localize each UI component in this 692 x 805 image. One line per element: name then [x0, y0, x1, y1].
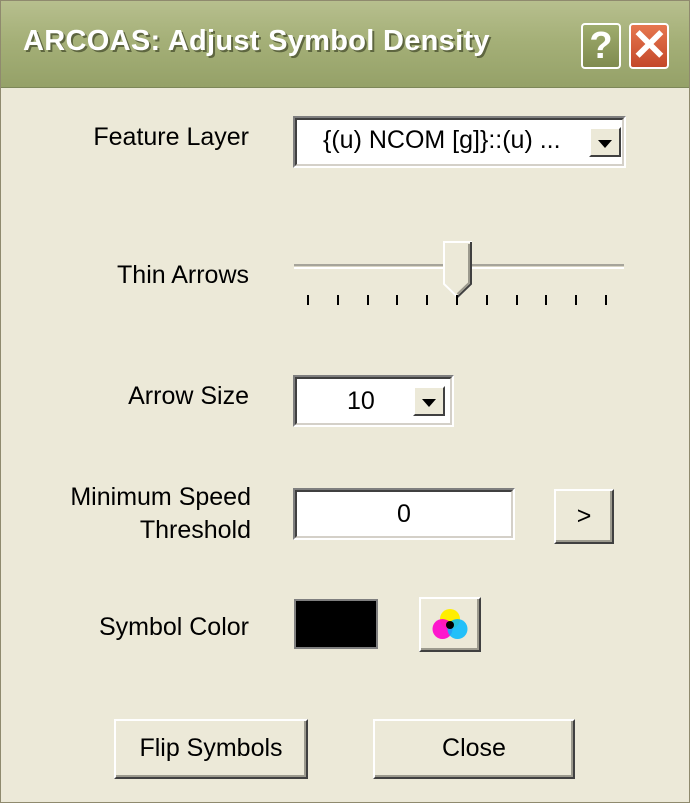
slider-tick: [426, 295, 429, 305]
close-button[interactable]: Close: [373, 719, 575, 779]
min-speed-apply-button[interactable]: >: [554, 489, 614, 544]
slider-tick: [366, 295, 369, 305]
slider-tick: [605, 295, 607, 305]
slider-tick: [515, 295, 518, 305]
feature-layer-dropdown-button[interactable]: [589, 127, 621, 157]
symbol-color-swatch[interactable]: [294, 599, 378, 649]
slider-tick: [485, 295, 488, 305]
flip-symbols-button[interactable]: Flip Symbols: [114, 719, 308, 779]
help-button[interactable]: ?: [581, 23, 621, 69]
thin-arrows-label: Thin Arrows: [117, 261, 249, 289]
arrow-size-dropdown-button[interactable]: [413, 386, 445, 416]
slider-tick: [307, 295, 309, 305]
window-title: ARCOAS: Adjust Symbol Density: [23, 25, 490, 57]
arrow-size-combo[interactable]: 10: [293, 375, 454, 427]
symbol-color-label: Symbol Color: [98, 613, 249, 641]
min-speed-input[interactable]: 0: [293, 488, 515, 540]
feature-layer-combo[interactable]: {(u) NCOM [g]}::(u) ...: [293, 116, 626, 168]
feature-layer-label: Feature Layer: [93, 123, 249, 151]
arrow-size-label: Arrow Size: [128, 382, 249, 410]
thin-arrows-slider-thumb[interactable]: [442, 240, 474, 300]
min-speed-label-line2: Threshold: [139, 516, 251, 544]
min-speed-value: 0: [397, 500, 411, 528]
color-picker-button[interactable]: [419, 597, 481, 652]
dialog-window: ARCOAS: Adjust Symbol Density ? ✕ Featur…: [0, 0, 690, 803]
slider-tick: [456, 295, 458, 305]
close-window-button[interactable]: ✕: [629, 23, 669, 69]
feature-layer-value: {(u) NCOM [g]}::(u) ...: [323, 126, 561, 154]
slider-tick: [396, 295, 399, 305]
help-icon: ?: [589, 25, 613, 67]
slider-tick: [336, 295, 339, 305]
close-icon: ✕: [631, 21, 668, 70]
color-wheel-icon: [432, 609, 468, 639]
title-bar[interactable]: ARCOAS: Adjust Symbol Density ? ✕: [1, 1, 689, 88]
slider-tick: [575, 295, 578, 305]
slider-tick: [545, 295, 548, 305]
min-speed-label-line1: Minimum Speed: [70, 483, 251, 511]
arrow-size-value: 10: [347, 387, 375, 415]
